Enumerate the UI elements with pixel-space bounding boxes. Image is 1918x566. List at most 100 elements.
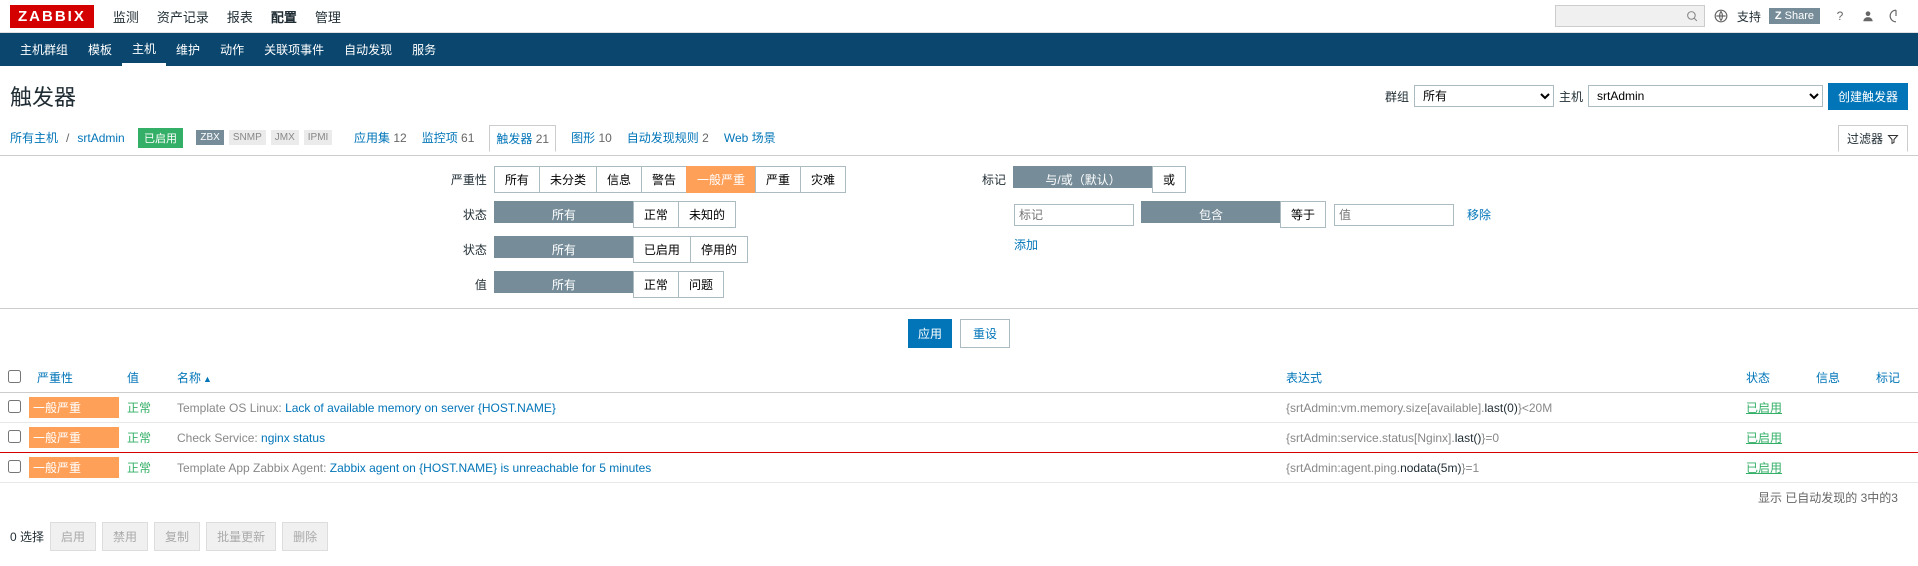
tag-input[interactable] — [1014, 204, 1134, 226]
trigger-name-link[interactable]: Lack of available memory on server {HOST… — [285, 401, 556, 415]
page-title: 触发器 — [10, 80, 76, 112]
st1-seg-opt-2[interactable]: 未知的 — [678, 201, 736, 228]
footer-btn-0: 启用 — [50, 522, 96, 551]
search-icon — [1686, 10, 1699, 23]
st1-seg-opt-0[interactable]: 所有 — [494, 201, 634, 223]
col-expression[interactable]: 表达式 — [1278, 363, 1738, 393]
status-link[interactable]: 已启用 — [1746, 431, 1782, 445]
subnav-7[interactable]: 服务 — [402, 33, 446, 66]
row-checkbox[interactable] — [8, 430, 21, 443]
st2-seg-opt-1[interactable]: 已启用 — [633, 236, 691, 263]
subnav-0[interactable]: 主机群组 — [10, 33, 78, 66]
sev-seg-opt-6[interactable]: 灾难 — [800, 166, 846, 193]
sub-nav: 主机群组模板主机维护动作关联项事件自动发现服务 — [0, 33, 1918, 66]
state2-label: 状态 — [427, 241, 487, 258]
subnav-6[interactable]: 自动发现 — [334, 33, 402, 66]
filter-tab[interactable]: 过滤器 — [1838, 125, 1908, 152]
severity-cell: 一般严重 — [29, 397, 119, 418]
status-link[interactable]: 已启用 — [1746, 401, 1782, 415]
sev-seg-opt-4[interactable]: 一般严重 — [686, 166, 756, 193]
table-row: 一般严重 正常 Template OS Linux: Lack of avail… — [0, 393, 1918, 423]
user-icon[interactable] — [1856, 4, 1880, 28]
topnav-4[interactable]: 管理 — [306, 7, 350, 26]
trigger-name-link[interactable]: Zabbix agent on {HOST.NAME} is unreachab… — [330, 461, 652, 475]
filter-icon — [1887, 133, 1899, 145]
expression-cell: {srtAdmin:service.status[Nginx].last()}=… — [1278, 423, 1738, 453]
support-icon[interactable] — [1709, 4, 1733, 28]
col-name[interactable]: 名称▲ — [169, 363, 1278, 393]
tag-value-input[interactable] — [1334, 204, 1454, 226]
tab-4[interactable]: 自动发现规则 2 — [627, 129, 709, 146]
create-trigger-button[interactable]: 创建触发器 — [1828, 83, 1908, 110]
breadcrumb-all-hosts[interactable]: 所有主机 — [10, 129, 58, 146]
tab-3[interactable]: 图形 10 — [571, 129, 612, 146]
header-controls: 群组 所有 主机 srtAdmin 创建触发器 — [1385, 83, 1908, 110]
group-select[interactable]: 所有 — [1414, 85, 1554, 107]
sev-seg-opt-1[interactable]: 未分类 — [539, 166, 597, 193]
tagmode-seg-opt-1[interactable]: 或 — [1152, 166, 1186, 193]
tab-2[interactable]: 触发器 21 — [489, 125, 556, 152]
subnav-1[interactable]: 模板 — [78, 33, 122, 66]
col-severity[interactable]: 严重性 — [29, 363, 119, 393]
topnav-3[interactable]: 配置 — [262, 7, 306, 26]
sev-seg-opt-2[interactable]: 信息 — [596, 166, 642, 193]
col-tags: 标记 — [1868, 363, 1918, 393]
footer-btn-2: 复制 — [154, 522, 200, 551]
help-icon[interactable]: ? — [1828, 4, 1852, 28]
table-row: 一般严重 正常 Template App Zabbix Agent: Zabbi… — [0, 453, 1918, 483]
subnav-4[interactable]: 动作 — [210, 33, 254, 66]
sev-seg-opt-3[interactable]: 警告 — [641, 166, 687, 193]
val-seg-opt-1[interactable]: 正常 — [633, 271, 679, 298]
contains-button[interactable]: 包含 — [1141, 201, 1281, 223]
logo[interactable]: ZABBIX — [10, 5, 94, 28]
st2-seg-opt-2[interactable]: 停用的 — [690, 236, 748, 263]
val-seg-opt-2[interactable]: 问题 — [678, 271, 724, 298]
sev-seg-opt-5[interactable]: 严重 — [755, 166, 801, 193]
selected-count: 0 选择 — [10, 528, 44, 545]
st2-seg-opt-0[interactable]: 所有 — [494, 236, 634, 258]
col-info: 信息 — [1808, 363, 1868, 393]
triggers-table: 严重性 值 名称▲ 表达式 状态 信息 标记 一般严重 正常 Template … — [0, 363, 1918, 483]
severity-cell: 一般严重 — [29, 427, 119, 448]
footer-actions: 0 选择 启用 禁用 复制 批量更新 删除 — [0, 512, 1918, 561]
subnav-5[interactable]: 关联项事件 — [254, 33, 334, 66]
tab-0[interactable]: 应用集 12 — [354, 129, 407, 146]
val-seg-opt-0[interactable]: 所有 — [494, 271, 634, 293]
col-value[interactable]: 值 — [119, 363, 169, 393]
search-input[interactable] — [1555, 5, 1705, 27]
tab-1[interactable]: 监控项 61 — [422, 129, 475, 146]
support-link[interactable]: 支持 — [1737, 8, 1761, 25]
apply-button[interactable]: 应用 — [908, 319, 952, 348]
share-button[interactable]: Z Share — [1769, 8, 1820, 24]
subnav-3[interactable]: 维护 — [166, 33, 210, 66]
status-badge: 已启用 — [138, 128, 183, 148]
tagmode-seg-opt-0[interactable]: 与/或（默认） — [1013, 166, 1153, 188]
jmx-badge: JMX — [271, 130, 299, 145]
logout-icon[interactable] — [1884, 4, 1908, 28]
tab-5[interactable]: Web 场景 — [724, 129, 776, 146]
row-checkbox[interactable] — [8, 400, 21, 413]
col-status[interactable]: 状态 — [1738, 363, 1808, 393]
st1-seg-opt-1[interactable]: 正常 — [633, 201, 679, 228]
breadcrumb-host[interactable]: srtAdmin — [77, 131, 124, 145]
row-checkbox[interactable] — [8, 460, 21, 473]
subnav-2[interactable]: 主机 — [122, 33, 166, 66]
topnav-1[interactable]: 资产记录 — [148, 7, 218, 26]
topnav-2[interactable]: 报表 — [218, 7, 262, 26]
topnav-0[interactable]: 监测 — [104, 7, 148, 26]
select-all-checkbox[interactable] — [8, 370, 21, 383]
status-link[interactable]: 已启用 — [1746, 461, 1782, 475]
footer-btn-3: 批量更新 — [206, 522, 276, 551]
state1-label: 状态 — [427, 206, 487, 223]
equals-button[interactable]: 等于 — [1280, 201, 1326, 228]
remove-tag-link[interactable]: 移除 — [1467, 206, 1491, 223]
host-select[interactable]: srtAdmin — [1588, 85, 1823, 107]
trigger-name-link[interactable]: nginx status — [261, 431, 325, 445]
sev-seg-opt-0[interactable]: 所有 — [494, 166, 540, 193]
reset-button[interactable]: 重设 — [960, 319, 1010, 348]
filter-actions: 应用 重设 — [0, 309, 1918, 358]
add-tag-link[interactable]: 添加 — [1014, 236, 1038, 253]
sort-asc-icon: ▲ — [203, 374, 212, 384]
value-label: 值 — [427, 276, 487, 293]
zbx-badge: ZBX — [196, 130, 223, 145]
